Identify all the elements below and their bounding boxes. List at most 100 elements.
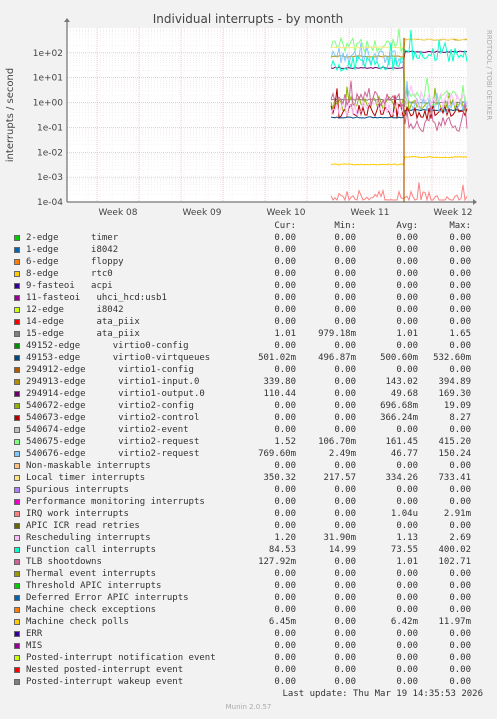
legend-max-value: 0.00 <box>449 629 471 639</box>
legend-max-value: 0.00 <box>449 569 471 579</box>
legend-label: 49153-edge virtio0-virtqueues <box>26 353 211 363</box>
legend-swatch <box>14 283 20 289</box>
legend-label: ERR <box>26 629 43 639</box>
legend-max-value: 0.00 <box>449 281 471 291</box>
legend-max-value: 0.00 <box>449 257 471 267</box>
legend-swatch <box>14 379 20 385</box>
x-tick-label: Week 09 <box>183 208 222 218</box>
legend-row: 540674-edge virtio2-event 0.00 0.00 0.00 0.0… <box>0 424 497 436</box>
legend-row: 11-fasteoi uhci_hcd:usb1 0.00 0.00 0.00 0.00 <box>0 292 497 304</box>
legend-max-value: 0.00 <box>449 317 471 327</box>
legend-swatch <box>14 319 20 325</box>
legend-swatch <box>14 403 20 409</box>
legend-row: TLB shootdowns 127.92m 0.00 1.01 102.71 <box>0 556 497 568</box>
legend-row: Posted-interrupt notification event 0.00 0… <box>0 652 497 664</box>
legend-label: APIC ICR read retries <box>26 521 140 531</box>
legend-swatch <box>14 331 20 337</box>
legend-row: 294914-edge virtio1-output.0 110.44 0.00 49… <box>0 388 497 400</box>
legend-swatch <box>14 607 20 613</box>
grid <box>67 28 467 203</box>
legend-row: Machine check exceptions 0.00 0.00 0.00 0.00 <box>0 604 497 616</box>
legend-swatch <box>14 667 20 673</box>
legend-row: ERR 0.00 0.00 0.00 0.00 <box>0 628 497 640</box>
legend-row: MIS 0.00 0.00 0.00 0.00 <box>0 640 497 652</box>
legend-label: Performance monitoring interrupts <box>26 497 205 507</box>
legend-row: Threshold APIC interrupts 0.00 0.00 0.00 0.0… <box>0 580 497 592</box>
legend-swatch <box>14 523 20 529</box>
legend-row: APIC ICR read retries 0.00 0.00 0.00 0.00 <box>0 520 497 532</box>
legend-label: 8-edge rtc0 <box>26 269 113 279</box>
y-tick-label: 1e-02 <box>37 148 63 158</box>
y-tick-label: 1e+01 <box>33 74 63 84</box>
legend-row: Machine check polls 6.45m 0.00 6.42m 11.97m <box>0 616 497 628</box>
legend-label: Thermal event interrupts <box>26 569 157 579</box>
legend-label: Spurious interrupts <box>26 485 129 495</box>
legend-label: Machine check polls <box>26 617 129 627</box>
y-tick-label: 1e+00 <box>33 99 64 109</box>
legend-label: Local timer interrupts <box>26 473 146 483</box>
legend-label: 294912-edge virtio1-config <box>26 365 194 375</box>
legend-max-value: 0.00 <box>449 425 471 435</box>
legend-row: 1-edge i8042 0.00 0.00 0.00 0.00 <box>0 244 497 256</box>
legend-row: 540675-edge virtio2-request 1.52 106.70m 16… <box>0 436 497 448</box>
legend-swatch <box>14 559 20 565</box>
legend-label: Posted-interrupt wakeup event <box>26 677 184 687</box>
legend-label: 2-edge timer <box>26 233 119 243</box>
legend-label: 294914-edge virtio1-output.0 <box>26 389 205 399</box>
legend-row: 294912-edge virtio1-config 0.00 0.00 0.00 0.… <box>0 364 497 376</box>
legend-max-value: 0.00 <box>449 677 471 687</box>
legend-label: 6-edge floppy <box>26 257 124 267</box>
legend-max-value: 415.20 <box>438 437 471 447</box>
legend-max-value: 11.97m <box>438 617 471 627</box>
legend-label: Deferred Error APIC interrupts <box>26 593 189 603</box>
legend-max-value: 150.24 <box>438 449 471 459</box>
legend-row: 9-fasteoi acpi 0.00 0.00 0.00 0.00 <box>0 280 497 292</box>
legend-swatch <box>14 535 20 541</box>
legend-row: Nested posted-interrupt event 0.00 0.00 0.0… <box>0 664 497 676</box>
legend-max-value: 0.00 <box>449 653 471 663</box>
legend-swatch <box>14 247 20 253</box>
legend-max-value: 2.69 <box>449 533 471 543</box>
legend-max-value: 169.30 <box>438 389 471 399</box>
legend-max-value: 0.00 <box>449 485 471 495</box>
chart-area: Individual interrupts - by month interru… <box>5 12 493 218</box>
legend-row: Function call interrupts 84.53 14.99 73.55 4… <box>0 544 497 556</box>
legend-swatch <box>14 571 20 577</box>
legend-max-value: 0.00 <box>449 581 471 591</box>
legend-max-value: 0.00 <box>449 593 471 603</box>
legend-label: 540674-edge virtio2-event <box>26 425 189 435</box>
y-tick-label: 1e+02 <box>33 49 63 59</box>
legend-label: MIS <box>26 641 43 651</box>
last-update: Last update: Thu Mar 19 14:35:53 2026 <box>282 689 483 699</box>
legend-label: 540673-edge virtio2-control <box>26 413 200 423</box>
legend-max-value: 0.00 <box>449 497 471 507</box>
y-tick-labels: 1e+02 1e+01 1e+00 1e-01 1e-02 1e-03 1e-04 <box>33 49 64 208</box>
legend-row: 12-edge i8042 0.00 0.00 0.00 0.00 <box>0 304 497 316</box>
legend-row: 49153-edge virtio0-virtqueues 501.02m 496.… <box>0 352 497 364</box>
legend-max-value: 1.65 <box>449 329 471 339</box>
legend-row: 540672-edge virtio2-config 0.00 0.00 696.68… <box>0 400 497 412</box>
legend-table: Cur: Min: Avg: Max: 2-edge timer 0.00 0.00… <box>0 220 497 688</box>
legend-swatch <box>14 235 20 241</box>
legend-label: 294913-edge virtio1-input.0 <box>26 377 200 387</box>
y-axis-arrow <box>64 18 70 22</box>
legend-rows: 2-edge timer 0.00 0.00 0.00 0.00 1-edge i8042… <box>0 232 497 688</box>
legend-swatch <box>14 643 20 649</box>
legend-label: 540672-edge virtio2-config <box>26 401 194 411</box>
legend-swatch <box>14 355 20 361</box>
legend-swatch <box>14 475 20 481</box>
legend-label: 540676-edge virtio2-request <box>26 449 200 459</box>
legend-label: 9-fasteoi acpi <box>26 281 113 291</box>
legend-label: IRQ work interrupts <box>26 509 129 519</box>
legend-label: Nested posted-interrupt event <box>26 665 184 675</box>
legend-row: 540676-edge virtio2-request 769.60m 2.49m 4… <box>0 448 497 460</box>
legend-max-value: 0.00 <box>449 269 471 279</box>
legend-max-value: 0.00 <box>449 365 471 375</box>
legend-row: Performance monitoring interrupts 0.00 0.0… <box>0 496 497 508</box>
legend-label: Non-maskable interrupts <box>26 461 151 471</box>
legend-swatch <box>14 679 20 685</box>
legend-row: Thermal event interrupts 0.00 0.00 0.00 0.00 <box>0 568 497 580</box>
x-tick-labels: Week 08 Week 09 Week 10 Week 11 Week 12 <box>99 208 473 218</box>
legend-swatch <box>14 439 20 445</box>
x-tick-label: Week 08 <box>99 208 138 218</box>
